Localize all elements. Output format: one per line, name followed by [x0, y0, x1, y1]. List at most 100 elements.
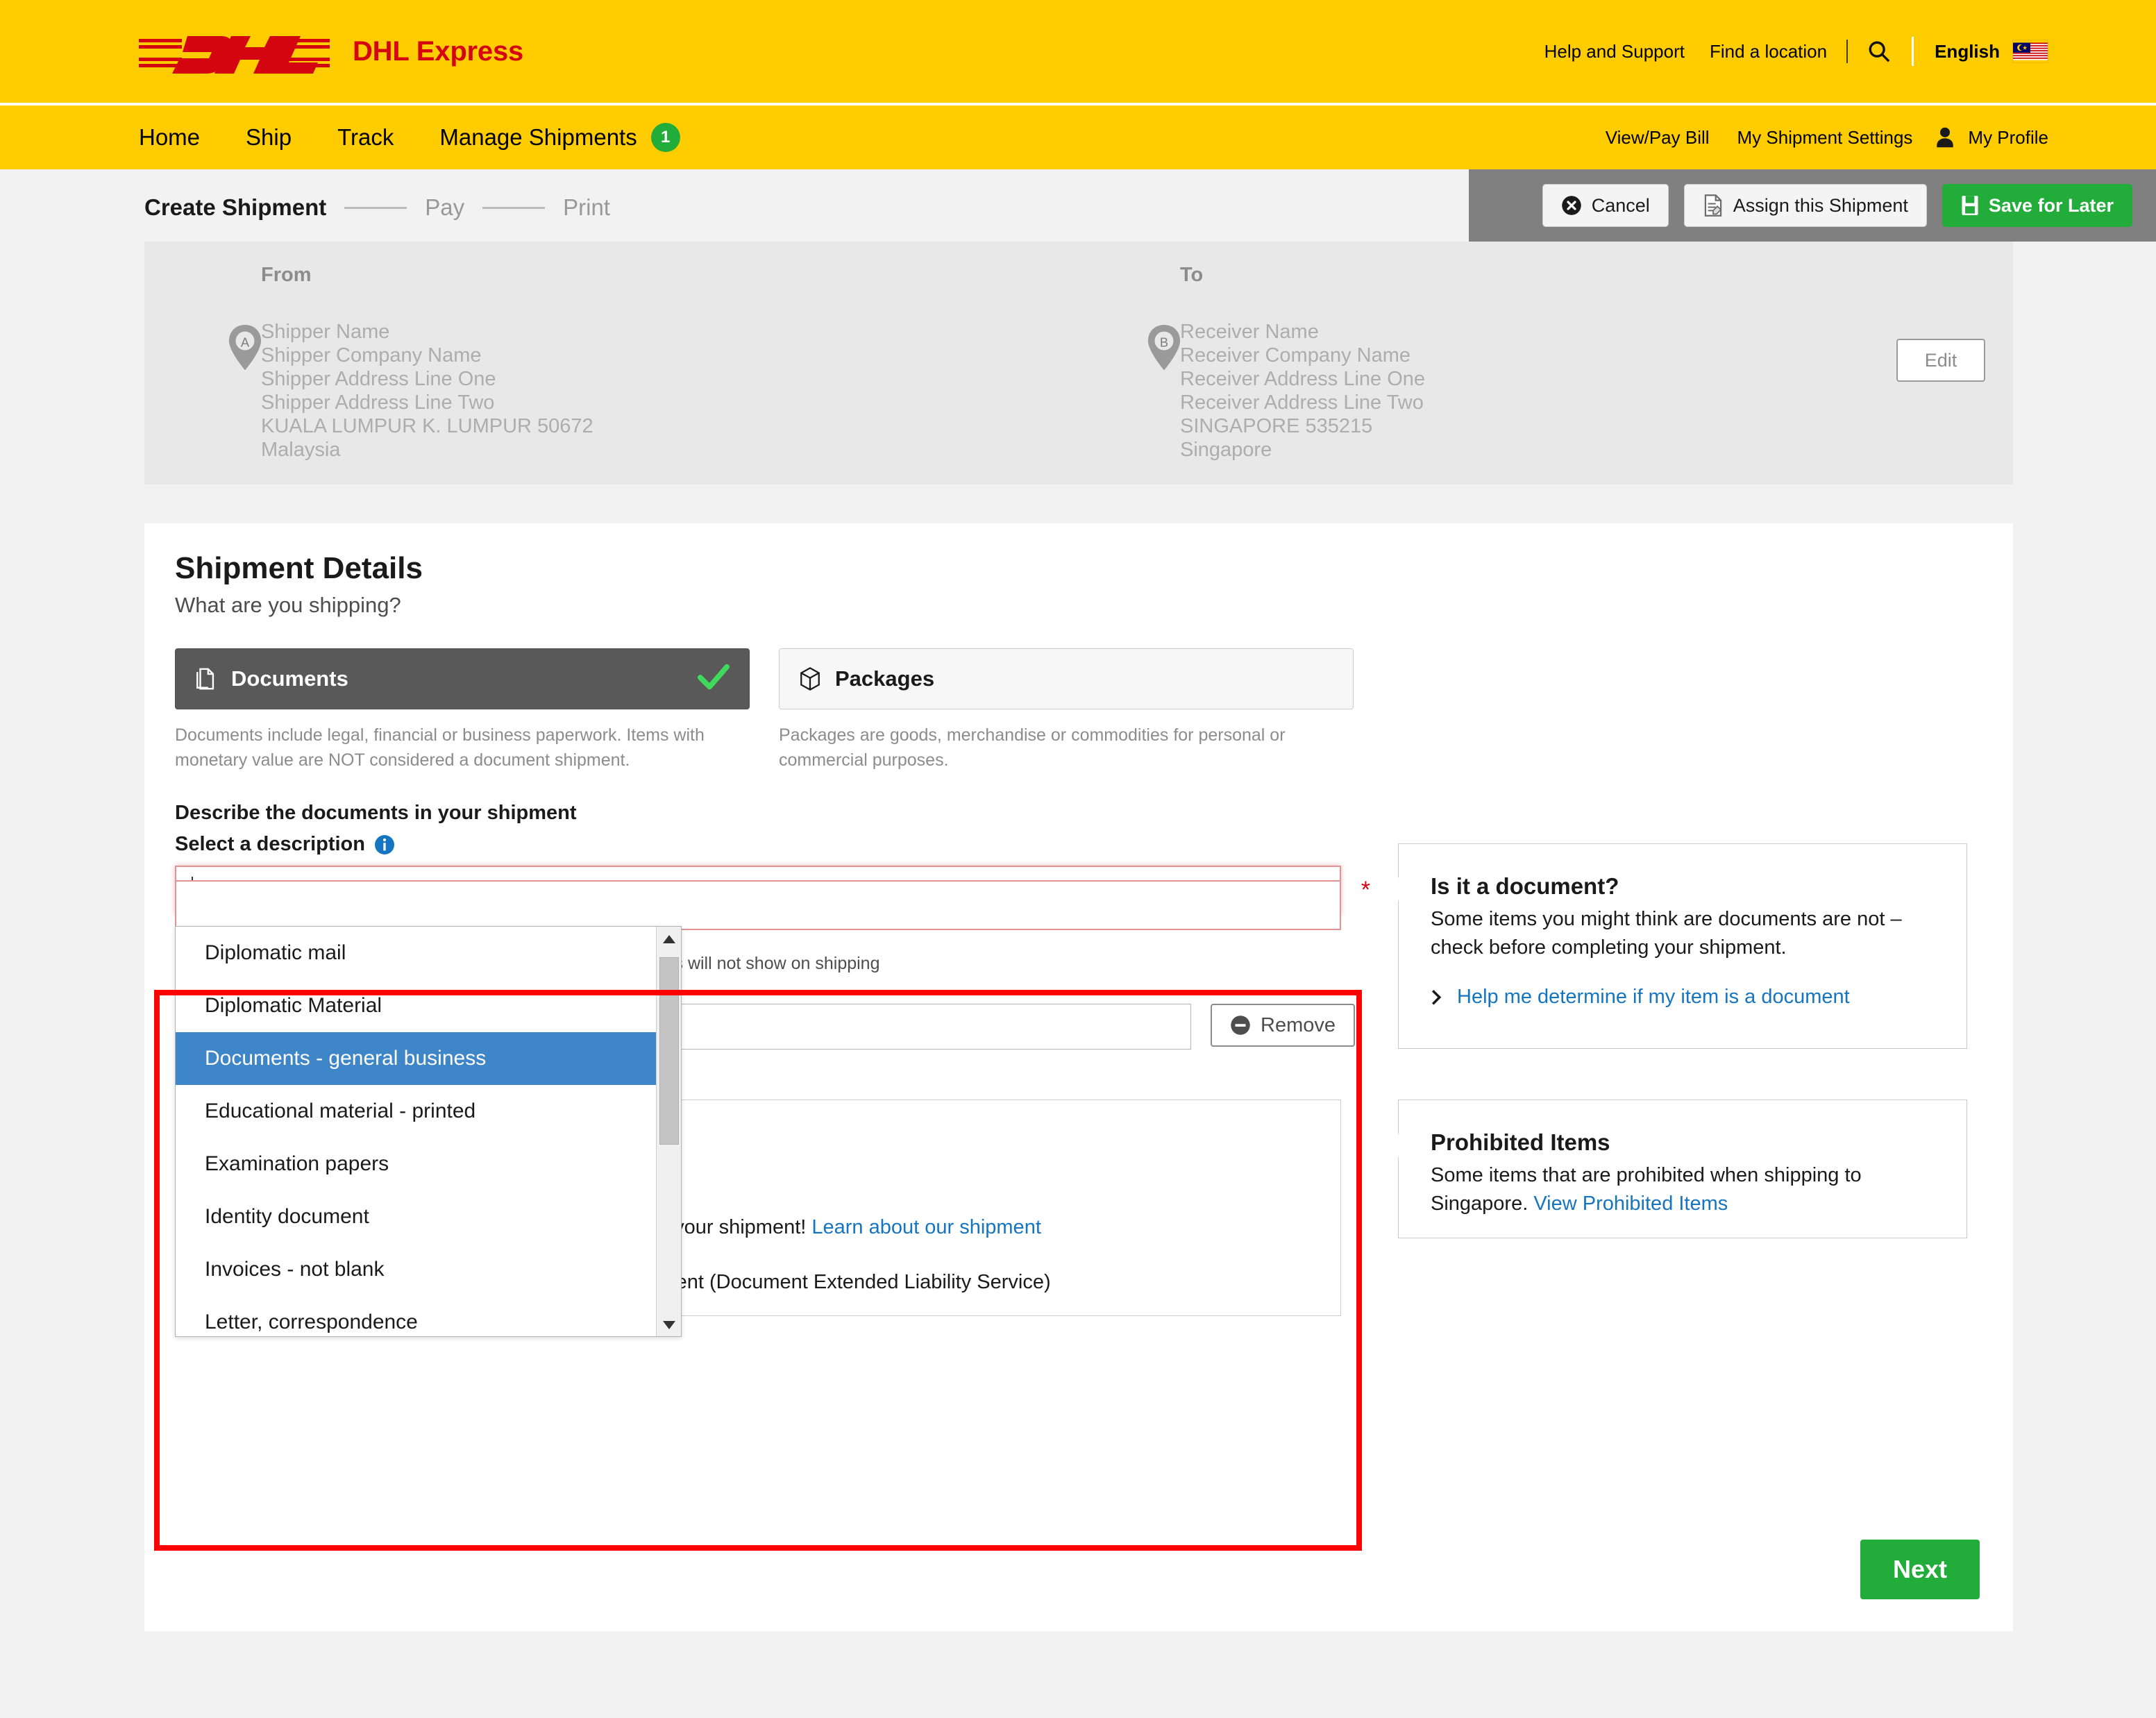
caret-up-icon[interactable]: [657, 927, 681, 952]
dropdown-option[interactable]: Letter, correspondence: [176, 1296, 681, 1336]
malaysia-flag-icon[interactable]: [2012, 40, 2048, 63]
dhl-logo-icon: [139, 27, 330, 76]
reference-input[interactable]: [175, 880, 1341, 930]
tab-packages-label: Packages: [835, 666, 935, 691]
dropdown-option-selected[interactable]: Documents - general business: [176, 1032, 681, 1085]
nav-item-track[interactable]: Track: [337, 124, 394, 151]
help-panel-title: Is it a document?: [1431, 873, 1619, 899]
address-line: Shipper Address Line Two: [261, 391, 495, 414]
page-content: Create Shipment Pay Print Cancel Assign …: [0, 169, 2156, 1718]
cancel-button[interactable]: Cancel: [1542, 184, 1669, 227]
remove-reference-button[interactable]: Remove: [1211, 1004, 1355, 1047]
remove-label: Remove: [1261, 1013, 1336, 1036]
nav-links: Home Ship Track Manage Shipments 1: [139, 123, 726, 152]
callout-beak: [1387, 877, 1399, 901]
from-address-block: From: [261, 264, 312, 287]
brand-logo[interactable]: DHL Express: [139, 27, 523, 76]
help-determine-document-link[interactable]: Help me determine if my item is a docume…: [1457, 986, 1850, 1009]
person-icon[interactable]: [1912, 126, 1968, 149]
nav-label: Manage Shipments: [439, 124, 637, 150]
dropdown-option[interactable]: Diplomatic mail: [176, 927, 681, 979]
page-title: Shipment Details: [175, 551, 423, 585]
language-label[interactable]: English: [1935, 41, 2000, 62]
find-a-location-link[interactable]: Find a location: [1710, 41, 1827, 62]
prohibited-items-panel: Prohibited Items Some items that are pro…: [1386, 1100, 1967, 1238]
breadcrumb-step-print: Print: [563, 194, 610, 220]
address-line: Receiver Address Line One: [1180, 367, 1426, 390]
breadcrumb-divider: [482, 206, 546, 209]
check-icon: [698, 664, 730, 695]
tab-documents-label: Documents: [231, 666, 348, 691]
view-pay-bill-link[interactable]: View/Pay Bill: [1606, 127, 1710, 149]
cancel-label: Cancel: [1591, 194, 1650, 216]
view-prohibited-items-link[interactable]: View Prohibited Items: [1533, 1193, 1728, 1215]
origin-pin-icon: A: [228, 325, 262, 371]
address-line: KUALA LUMPUR K. LUMPUR 50672: [261, 414, 593, 437]
shipment-details-card: Shipment Details What are you shipping?: [144, 523, 2013, 1631]
brand-name: DHL Express: [353, 35, 524, 67]
description-dropdown-list[interactable]: Diplomatic mail Diplomatic Material Docu…: [175, 926, 682, 1337]
address-line: Malaysia: [261, 438, 341, 461]
save-for-later-label: Save for Later: [1988, 194, 2114, 216]
nav-label: Track: [337, 124, 394, 150]
address-line: Shipper Name: [261, 321, 390, 343]
dropdown-scrollbar[interactable]: [656, 927, 681, 1336]
callout-beak: [1387, 1134, 1399, 1157]
documents-tab-description: Documents include legal, financial or bu…: [175, 725, 705, 770]
dropdown-option[interactable]: Invoices - not blank: [176, 1243, 681, 1296]
shipment-count-badge: 1: [650, 123, 680, 152]
document-edit-icon: [1703, 194, 1724, 217]
next-button[interactable]: Next: [1860, 1540, 1980, 1599]
packages-tab-description: Packages are goods, merchandise or commo…: [779, 725, 1286, 770]
dropdown-option[interactable]: Identity document: [176, 1190, 681, 1243]
dropdown-option[interactable]: Examination papers: [176, 1138, 681, 1190]
package-icon: [799, 667, 821, 691]
dropdown-option[interactable]: Educational material - printed: [176, 1085, 681, 1138]
search-icon[interactable]: [1867, 40, 1891, 63]
tab-packages[interactable]: Packages: [779, 648, 1354, 709]
help-panel-body: Some items that are prohibited when ship…: [1431, 1161, 1935, 1218]
help-panel-title: Prohibited Items: [1431, 1129, 1610, 1155]
breadcrumb-step-create-shipment[interactable]: Create Shipment: [144, 194, 326, 221]
scrollbar-thumb[interactable]: [659, 957, 679, 1145]
nav-label: Home: [139, 124, 201, 150]
packages-tab-column: Packages Packages are goods, merchandise…: [779, 648, 1354, 773]
main-navigation: Home Ship Track Manage Shipments 1 View/…: [0, 103, 2156, 169]
address-line: Receiver Company Name: [1180, 344, 1411, 367]
help-and-support-link[interactable]: Help and Support: [1544, 41, 1685, 62]
nav-item-manage-shipments[interactable]: Manage Shipments 1: [439, 123, 680, 152]
shipment-action-bar: Cancel Assign this Shipment Save for Lat…: [1469, 169, 2156, 242]
from-address-lines: Shipper Name Shipper Company Name Shippe…: [261, 321, 593, 462]
caret-down-icon[interactable]: [657, 1313, 681, 1336]
address-line: Shipper Address Line One: [261, 367, 496, 390]
nav-item-ship[interactable]: Ship: [246, 124, 292, 151]
from-label: From: [261, 264, 312, 286]
tab-documents[interactable]: Documents: [175, 648, 750, 709]
nav-label: Ship: [246, 124, 292, 150]
my-profile-link[interactable]: My Profile: [1968, 127, 2048, 149]
utility-links: Help and Support Find a location English: [1544, 37, 2048, 66]
edit-address-button[interactable]: Edit: [1896, 339, 1985, 382]
divider: [1846, 40, 1848, 63]
assign-shipment-button[interactable]: Assign this Shipment: [1683, 184, 1927, 227]
help-panel-body: Some items you might think are documents…: [1431, 908, 1902, 959]
address-line: SINGAPORE 535215: [1180, 414, 1373, 437]
top-utility-bar: DHL Express Help and Support Find a loca…: [0, 0, 2156, 103]
dropdown-option[interactable]: Diplomatic Material: [176, 979, 681, 1032]
svg-text:B: B: [1160, 335, 1168, 350]
my-shipment-settings-link[interactable]: My Shipment Settings: [1737, 127, 1913, 149]
nav-account-links: View/Pay Bill My Shipment Settings My Pr…: [1606, 126, 2048, 149]
divider-white: [1912, 37, 1914, 66]
documents-tab-column: Documents Documents include legal, finan…: [175, 648, 750, 773]
address-summary-panel: From A Shipper Name Shipper Company Name…: [144, 242, 2013, 485]
save-for-later-button[interactable]: Save for Later: [1942, 184, 2132, 227]
breadcrumb-divider: [344, 206, 407, 209]
close-circle-icon: [1561, 195, 1582, 216]
info-icon[interactable]: [375, 834, 394, 854]
nav-item-home[interactable]: Home: [139, 124, 200, 151]
describe-heading: Describe the documents in your shipment: [175, 802, 577, 824]
learn-about-shipment-protection-link[interactable]: Learn about our shipment: [811, 1216, 1041, 1238]
to-label: To: [1180, 264, 1204, 286]
svg-text:A: A: [241, 335, 250, 350]
required-marker: *: [1361, 877, 1370, 903]
